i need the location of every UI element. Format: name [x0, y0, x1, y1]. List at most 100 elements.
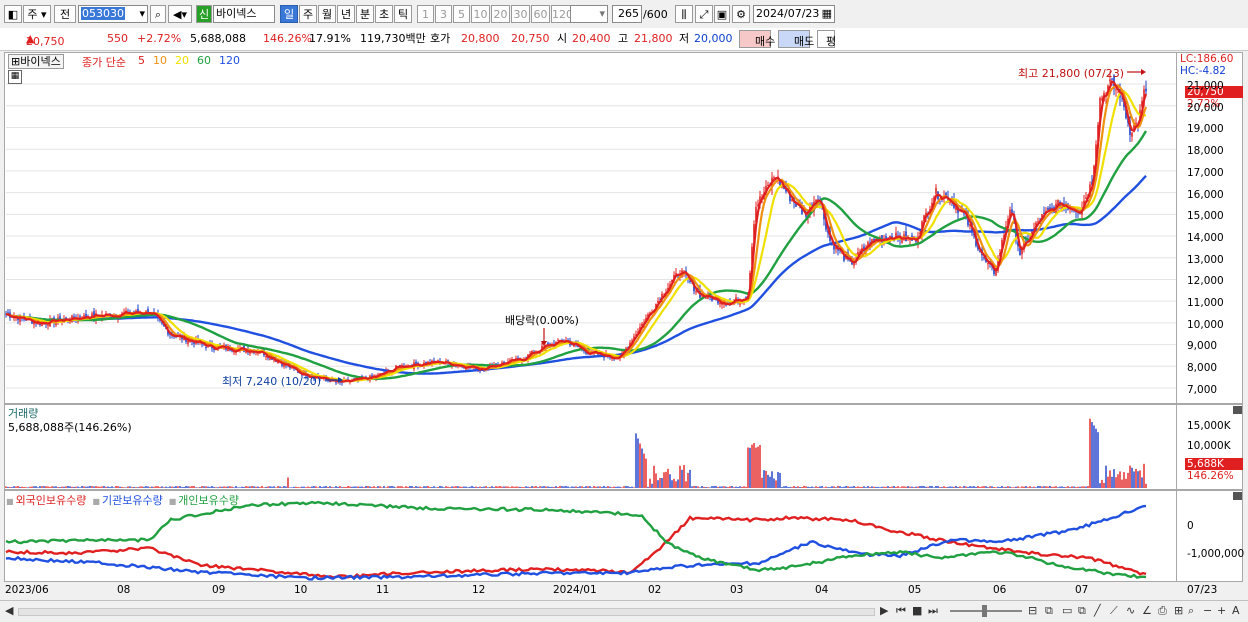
screenshot-icon[interactable]: ⎙ [1158, 604, 1167, 618]
zoom-in-icon[interactable]: + [1217, 604, 1226, 618]
volume-bar [373, 486, 375, 488]
text-tool-icon[interactable]: A [1232, 604, 1240, 618]
angle-tool-icon[interactable]: ∠ [1142, 604, 1152, 618]
volume-bar [399, 486, 401, 488]
volume-bar [429, 487, 431, 488]
ma-legend-item[interactable]: 5 [138, 54, 145, 67]
volume-bar [699, 487, 701, 488]
wave-tool-icon[interactable]: ∿ [1126, 604, 1135, 618]
volume-bar [227, 486, 229, 488]
holding-legend-item[interactable]: 개인보유수량 [178, 494, 239, 507]
volume-bar [127, 486, 129, 488]
low-annotation: 최저 7,240 (10/20) [222, 375, 322, 388]
window-icon[interactable]: ⧉ [1045, 604, 1053, 618]
volume-bar [353, 486, 355, 488]
volume-bar [1121, 479, 1123, 488]
forward-icon[interactable]: ⏭ [928, 604, 938, 618]
volume-bar [1075, 487, 1077, 488]
volume-bar [743, 486, 745, 488]
volume-bar [1049, 485, 1051, 488]
holding-tick: -1,000,000 [1187, 548, 1245, 560]
volume-bar [1057, 487, 1059, 488]
volume-bar [879, 487, 881, 488]
volume-bar [789, 486, 791, 488]
lc-label: LC:186.60 [1180, 53, 1234, 65]
volume-bar [681, 469, 683, 488]
zoom-slider-handle[interactable] [982, 605, 987, 617]
zoom-search-icon[interactable]: ⌕ [1188, 604, 1194, 618]
zoom-out-icon[interactable]: − [1203, 604, 1212, 618]
volume-bar [1035, 487, 1037, 488]
volume-bar [739, 486, 741, 488]
volume-bar [527, 486, 529, 488]
layout-icon[interactable]: ⊟ [1028, 604, 1037, 618]
volume-bar [449, 487, 451, 488]
volume-bar [169, 486, 171, 488]
volume-bar [615, 486, 617, 488]
volume-bar [323, 486, 325, 488]
volume-bar [491, 486, 493, 488]
volume-bar [475, 486, 477, 488]
volume-bar [787, 486, 789, 488]
trend-tool-icon[interactable]: ⟋ [1110, 604, 1118, 618]
volume-bar [579, 486, 581, 488]
volume-bar [631, 486, 633, 488]
volume-bar [1095, 428, 1097, 488]
volume-bar [273, 486, 275, 488]
volume-bar [45, 486, 47, 488]
stock-name-tag[interactable]: ⊞바이넥스 [8, 54, 64, 69]
volume-bar [941, 486, 943, 488]
volume-bar [1001, 485, 1003, 488]
volume-bar [545, 486, 547, 488]
volume-bar [5, 486, 7, 488]
line-tool-icon[interactable]: ╱ [1094, 604, 1101, 618]
ma-legend-item[interactable]: 10 [153, 54, 167, 67]
volume-bar [919, 486, 921, 488]
pane-close-icon[interactable] [1233, 406, 1242, 414]
volume-bar [753, 443, 755, 488]
volume-bar [981, 486, 983, 488]
volume-bar [357, 486, 359, 488]
scroll-right-icon[interactable]: ▶ [880, 604, 888, 618]
volume-bar [891, 486, 893, 488]
volume-bar [673, 478, 675, 488]
overlay-icon[interactable]: ⧉ [1078, 604, 1086, 618]
volume-bar [893, 485, 895, 488]
pane-icon[interactable]: ▭ [1062, 604, 1072, 618]
volume-bar [961, 487, 963, 488]
grid-icon[interactable]: ⊞ [1174, 604, 1183, 618]
scrollbar[interactable] [18, 608, 875, 616]
holding-legend-item[interactable]: 외국인보유수량 [16, 494, 87, 507]
volume-bar [967, 486, 969, 488]
volume-bar [849, 486, 851, 488]
volume-bar [355, 486, 357, 488]
price-tick: 10,000 [1187, 318, 1224, 331]
volume-bar [589, 486, 591, 488]
ma-legend-item[interactable]: 60 [197, 54, 211, 67]
volume-bar [333, 487, 335, 488]
volume-bar [437, 487, 439, 488]
calculator-icon[interactable]: ▦ [8, 70, 22, 84]
volume-bar [889, 486, 891, 488]
volume-bar [1077, 486, 1079, 488]
volume-bar [403, 487, 405, 488]
ma-legend-item[interactable]: 120 [219, 54, 240, 67]
volume-bar [1123, 472, 1125, 488]
ma-legend-item[interactable]: 20 [175, 54, 189, 67]
rewind-icon[interactable]: ⏮ [896, 604, 906, 618]
volume-bar [317, 487, 319, 488]
scroll-left-icon[interactable]: ◀ [5, 604, 13, 618]
volume-bar [567, 486, 569, 488]
volume-bar [249, 486, 251, 488]
volume-bar [31, 486, 33, 488]
volume-bar [649, 478, 651, 488]
pane-close-icon[interactable] [1233, 492, 1242, 500]
volume-bar [651, 483, 653, 488]
holding-legend-item[interactable]: 기관보유수량 [102, 494, 163, 507]
price-tick: 15,000 [1187, 210, 1224, 223]
stop-icon[interactable]: ■ [912, 604, 922, 618]
volume-bar [215, 487, 217, 488]
volume-bar [617, 486, 619, 488]
volume-bar [519, 486, 521, 488]
volume-bar [761, 477, 763, 488]
